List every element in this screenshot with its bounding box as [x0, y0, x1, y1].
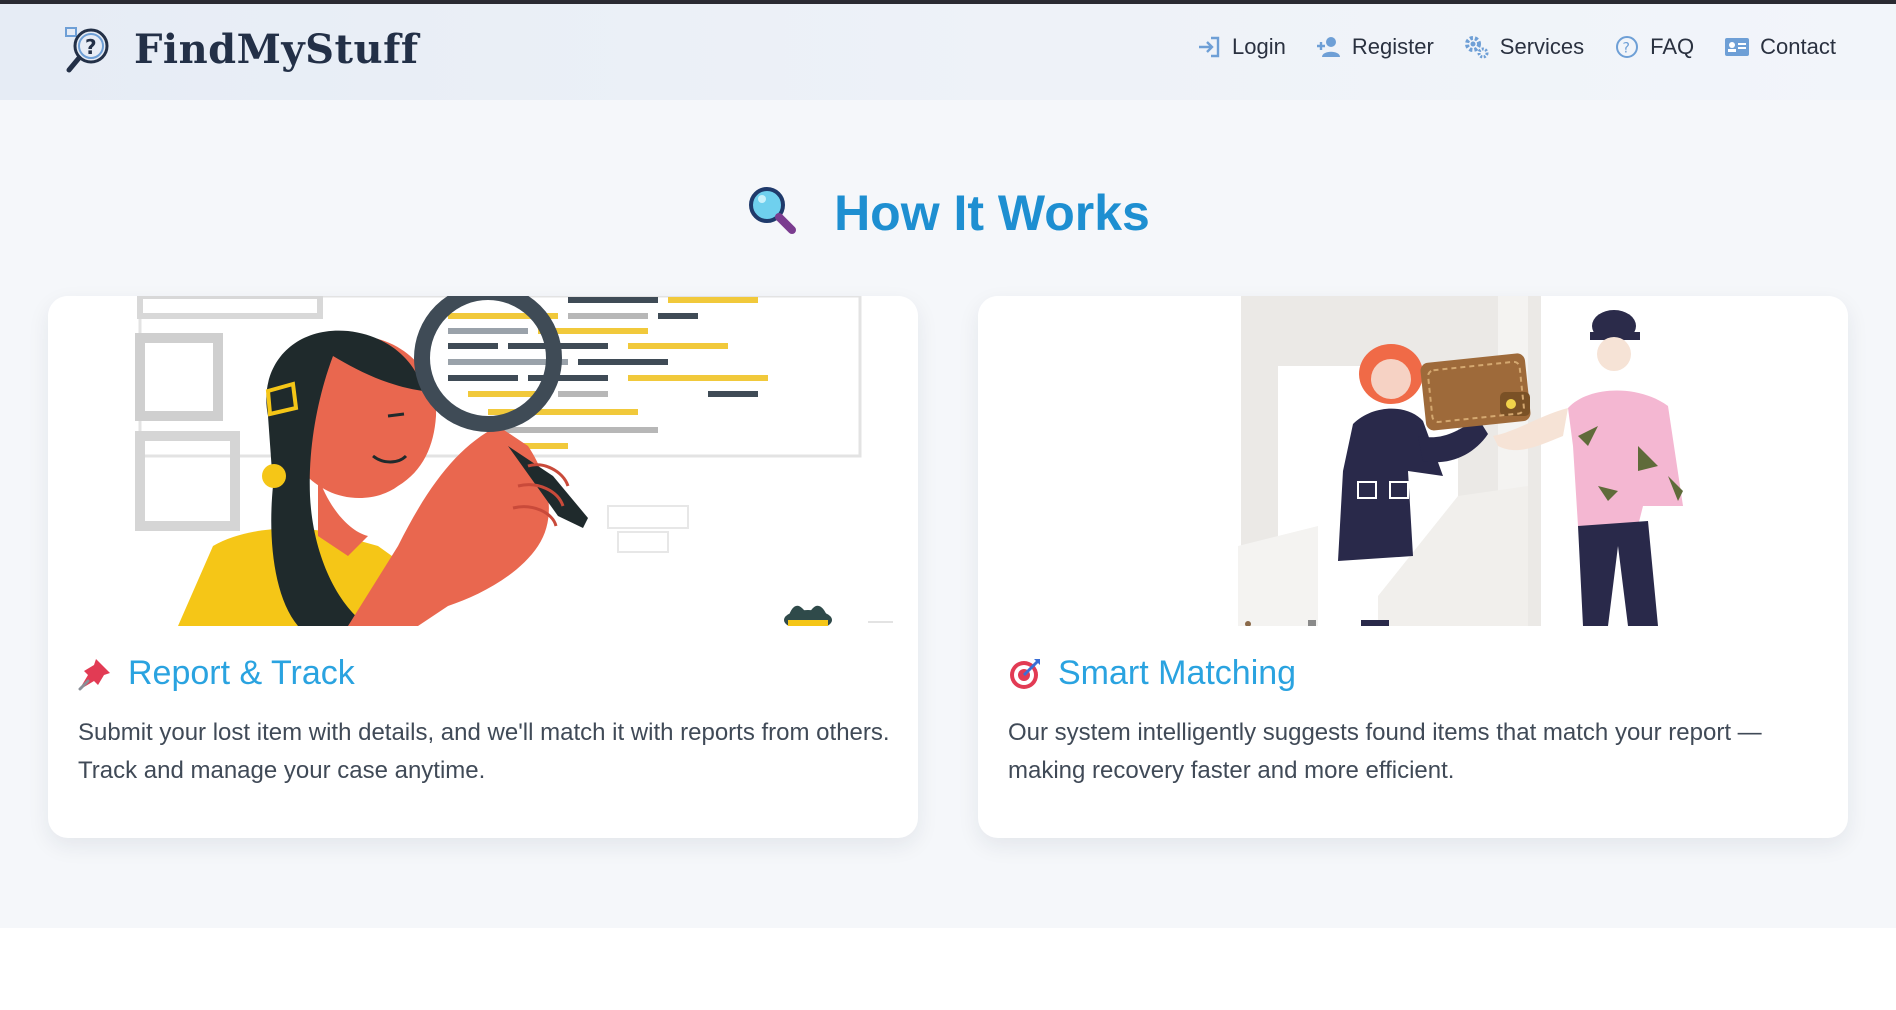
gears-icon [1464, 36, 1489, 59]
card-description: Our system intelligently suggests found … [1008, 719, 1762, 784]
pushpin-icon [78, 658, 110, 690]
nav-register[interactable]: Register [1316, 34, 1434, 60]
card-title-text: Report & Track [128, 654, 355, 692]
navbar: ? FindMyStuff Login Register Services ? … [0, 4, 1896, 100]
question-circle-icon: ? [1616, 36, 1639, 58]
nav-services[interactable]: Services [1464, 34, 1584, 60]
card-description: Submit your lost item with details, and … [78, 719, 890, 784]
how-it-works-section: How It Works Report & Track Submit your … [0, 100, 1896, 928]
target-icon [1010, 658, 1040, 689]
nav-faq[interactable]: ? FAQ [1614, 34, 1694, 60]
brand-name: FindMyStuff [134, 25, 419, 73]
nav-services-label: Services [1499, 34, 1585, 59]
section-heading: How It Works [0, 184, 1896, 242]
nav-contact[interactable]: Contact [1724, 34, 1836, 60]
card-title: Smart Matching [1008, 654, 1296, 693]
nav-faq-label: FAQ [1650, 34, 1695, 59]
id-card-icon [1725, 38, 1750, 56]
nav-contact-label: Contact [1760, 34, 1836, 59]
nav-login[interactable]: Login [1196, 34, 1286, 60]
nav-login-label: Login [1232, 34, 1286, 59]
brand-logo[interactable]: ? FindMyStuff [64, 24, 419, 74]
svg-text:?: ? [1623, 41, 1630, 57]
woman-with-magnifying-glass-illustration [48, 296, 918, 626]
user-plus-icon [1316, 37, 1340, 57]
magnifying-glass-emoji-icon [749, 187, 797, 234]
card-report-track: Report & Track Submit your lost item wit… [48, 296, 918, 838]
nav-register-label: Register [1351, 34, 1434, 59]
card-title: Report & Track [78, 654, 355, 693]
svg-text:?: ? [85, 35, 97, 59]
card-title-text: Smart Matching [1058, 654, 1297, 692]
people-handing-wallet-illustration [978, 296, 1848, 626]
section-title-text: How It Works [834, 185, 1150, 241]
login-arrow-icon [1199, 36, 1220, 58]
card-smart-matching: Smart Matching Our system intelligently … [978, 296, 1848, 838]
magnifier-question-icon: ? [65, 27, 109, 73]
main-nav: Login Register Services ? FAQ Contact [1196, 34, 1836, 60]
